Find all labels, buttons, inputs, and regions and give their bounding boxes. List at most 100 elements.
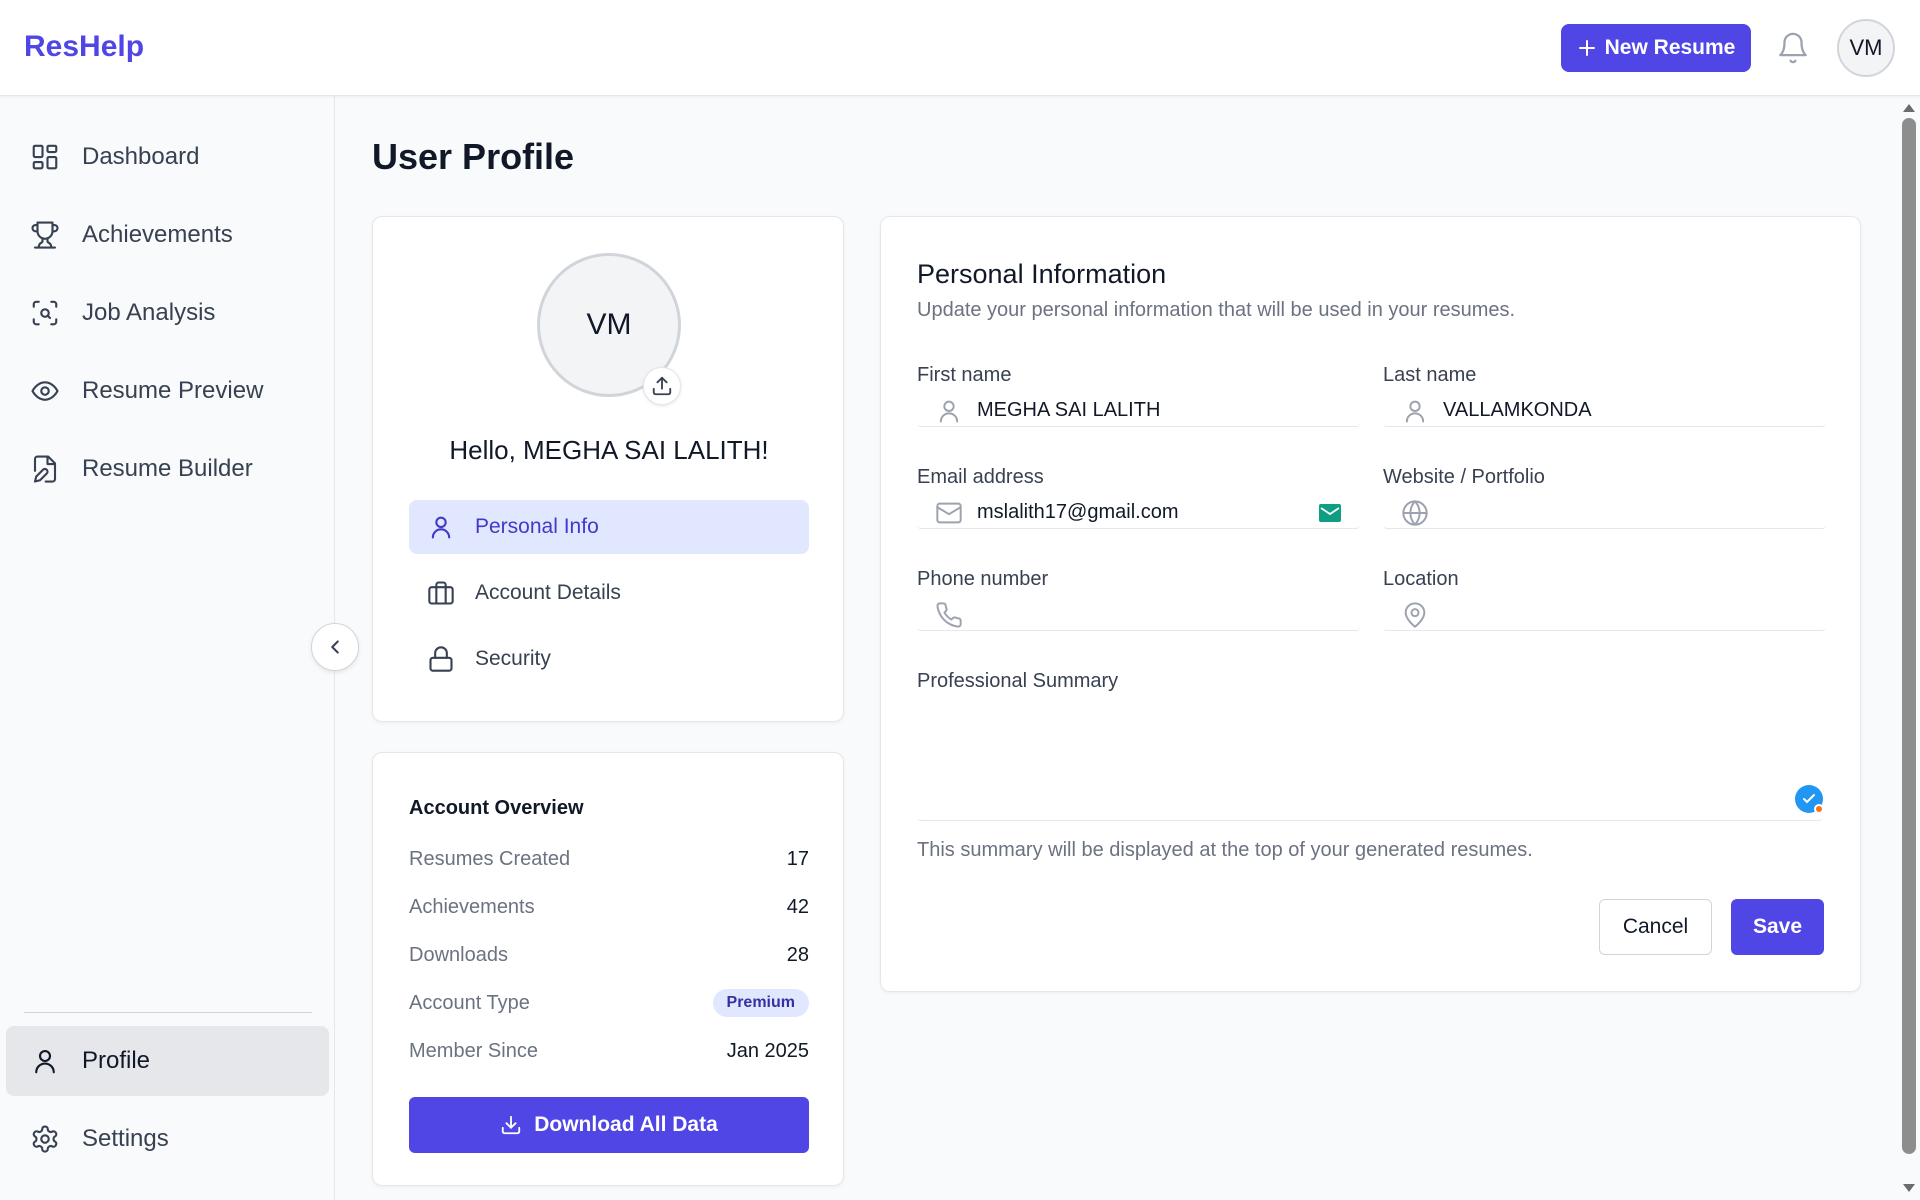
sidebar-item-label: Job Analysis (82, 299, 216, 326)
map-pin-icon (1401, 601, 1429, 629)
sidebar-item-resume-builder[interactable]: Resume Builder (6, 434, 329, 504)
website-label: Website / Portfolio (1383, 466, 1545, 488)
professional-summary-textarea[interactable] (917, 703, 1824, 821)
dashboard-icon (30, 142, 60, 172)
location-field[interactable] (1383, 599, 1826, 631)
sidebar-item-label: Resume Builder (82, 455, 253, 482)
summary-hint: This summary will be displayed at the to… (917, 839, 1533, 861)
upload-avatar-button[interactable] (643, 367, 681, 405)
overview-value: 28 (786, 943, 809, 966)
sidebar-item-label: Settings (82, 1125, 169, 1152)
profile-card: VM Hello, MEGHA SAI LALITH! Personal Inf… (372, 216, 844, 722)
summary-label: Professional Summary (917, 670, 1119, 692)
cancel-button[interactable]: Cancel (1599, 899, 1712, 955)
scan-search-icon (30, 298, 60, 328)
website-field[interactable] (1383, 497, 1826, 529)
last-name-label: Last name (1383, 364, 1477, 386)
overview-value: 42 (786, 895, 809, 918)
first-name-field[interactable]: MEGHA SAI LALITH (917, 395, 1360, 427)
save-button[interactable]: Save (1731, 899, 1824, 955)
overview-row-downloads: Downloads 28 (409, 940, 809, 970)
overview-title: Account Overview (409, 797, 584, 819)
new-resume-button[interactable]: New Resume (1561, 24, 1751, 72)
overview-row-resumes: Resumes Created 17 (409, 844, 809, 874)
overview-label: Achievements (409, 895, 535, 918)
overview-label: Resumes Created (409, 847, 571, 870)
page-title: User Profile (372, 136, 575, 177)
sidebar-item-job-analysis[interactable]: Job Analysis (6, 278, 329, 348)
download-icon (502, 1115, 521, 1135)
brand-logo[interactable]: ResHelp (24, 30, 144, 64)
user-icon (935, 397, 963, 425)
overview-label: Member Since (409, 1039, 538, 1062)
sidebar-item-achievements[interactable]: Achievements (6, 200, 329, 270)
chevron-left-icon (331, 640, 339, 654)
plus-icon (1578, 40, 1595, 56)
sidebar-item-label: Profile (82, 1047, 151, 1074)
tab-label: Account Details (475, 581, 621, 604)
download-all-data-button[interactable]: Download All Data (409, 1097, 809, 1153)
tab-security[interactable]: Security (409, 632, 809, 686)
sidebar-item-label: Resume Preview (82, 377, 264, 404)
new-resume-label: New Resume (1604, 36, 1736, 59)
tab-personal-info[interactable]: Personal Info (409, 500, 809, 554)
user-icon (30, 1046, 60, 1076)
upload-icon (652, 376, 672, 396)
overview-row-member-since: Member Since Jan 2025 (409, 1036, 809, 1066)
first-name-label: First name (917, 364, 1012, 386)
sidebar-item-label: Achievements (82, 221, 233, 248)
premium-badge: Premium (712, 989, 809, 1017)
sidebar-collapse-button[interactable] (311, 623, 359, 671)
sidebar-divider (24, 1012, 312, 1013)
briefcase-icon (427, 579, 455, 607)
account-overview-card: Account Overview Resumes Created 17 Achi… (372, 752, 844, 1186)
sidebar-item-resume-preview[interactable]: Resume Preview (6, 356, 329, 426)
overview-label: Account Type (409, 991, 530, 1014)
sidebar-item-profile[interactable]: Profile (6, 1026, 329, 1096)
section-title: Personal Information (917, 259, 1167, 289)
overview-value: Jan 2025 (726, 1039, 809, 1062)
grammar-check-icon[interactable] (1795, 785, 1824, 814)
globe-icon (1401, 499, 1429, 527)
sidebar-item-settings[interactable]: Settings (6, 1104, 329, 1174)
overview-row-achievements: Achievements 42 (409, 892, 809, 922)
email-value: mslalith17@gmail.com (977, 501, 1179, 523)
phone-field[interactable] (917, 599, 1360, 631)
scroll-down-arrow[interactable] (1902, 1182, 1916, 1194)
sidebar-item-label: Dashboard (82, 143, 200, 170)
trophy-icon (30, 220, 60, 250)
personal-info-card: Personal Information Update your persona… (880, 216, 1861, 992)
overview-row-account-type: Account Type Premium (409, 988, 809, 1018)
mail-icon (935, 499, 963, 527)
sidebar: Dashboard Achievements Job Analysis Resu… (0, 96, 335, 1200)
eye-icon (30, 376, 60, 406)
last-name-value: VALLAMKONDA (1443, 399, 1592, 421)
sidebar-item-dashboard[interactable]: Dashboard (6, 122, 329, 192)
section-description: Update your personal information that wi… (917, 299, 1516, 321)
user-icon (427, 513, 455, 541)
top-header: ResHelp New Resume VM (0, 0, 1920, 96)
profile-greeting: Hello, MEGHA SAI LALITH! (449, 435, 769, 465)
overview-label: Downloads (409, 943, 508, 966)
lock-icon (427, 645, 455, 673)
location-label: Location (1383, 568, 1459, 590)
first-name-value: MEGHA SAI LALITH (977, 399, 1161, 421)
scroll-up-arrow[interactable] (1902, 102, 1916, 114)
download-label: Download All Data (534, 1113, 718, 1136)
gear-icon (30, 1124, 60, 1154)
tab-account-details[interactable]: Account Details (409, 566, 809, 620)
user-avatar[interactable]: VM (1837, 19, 1895, 77)
email-label: Email address (917, 466, 1044, 488)
scrollbar-thumb[interactable] (1902, 118, 1916, 1154)
autofill-extension-icon[interactable] (1319, 504, 1341, 522)
tab-label: Personal Info (475, 515, 599, 538)
user-icon (1401, 397, 1429, 425)
last-name-field[interactable]: VALLAMKONDA (1383, 395, 1826, 427)
bell-icon[interactable] (1776, 30, 1810, 66)
file-edit-icon (30, 454, 60, 484)
phone-label: Phone number (917, 568, 1049, 590)
overview-value: 17 (786, 847, 809, 870)
tab-label: Security (475, 647, 551, 670)
email-field[interactable]: mslalith17@gmail.com (917, 497, 1360, 529)
phone-icon (935, 601, 963, 629)
